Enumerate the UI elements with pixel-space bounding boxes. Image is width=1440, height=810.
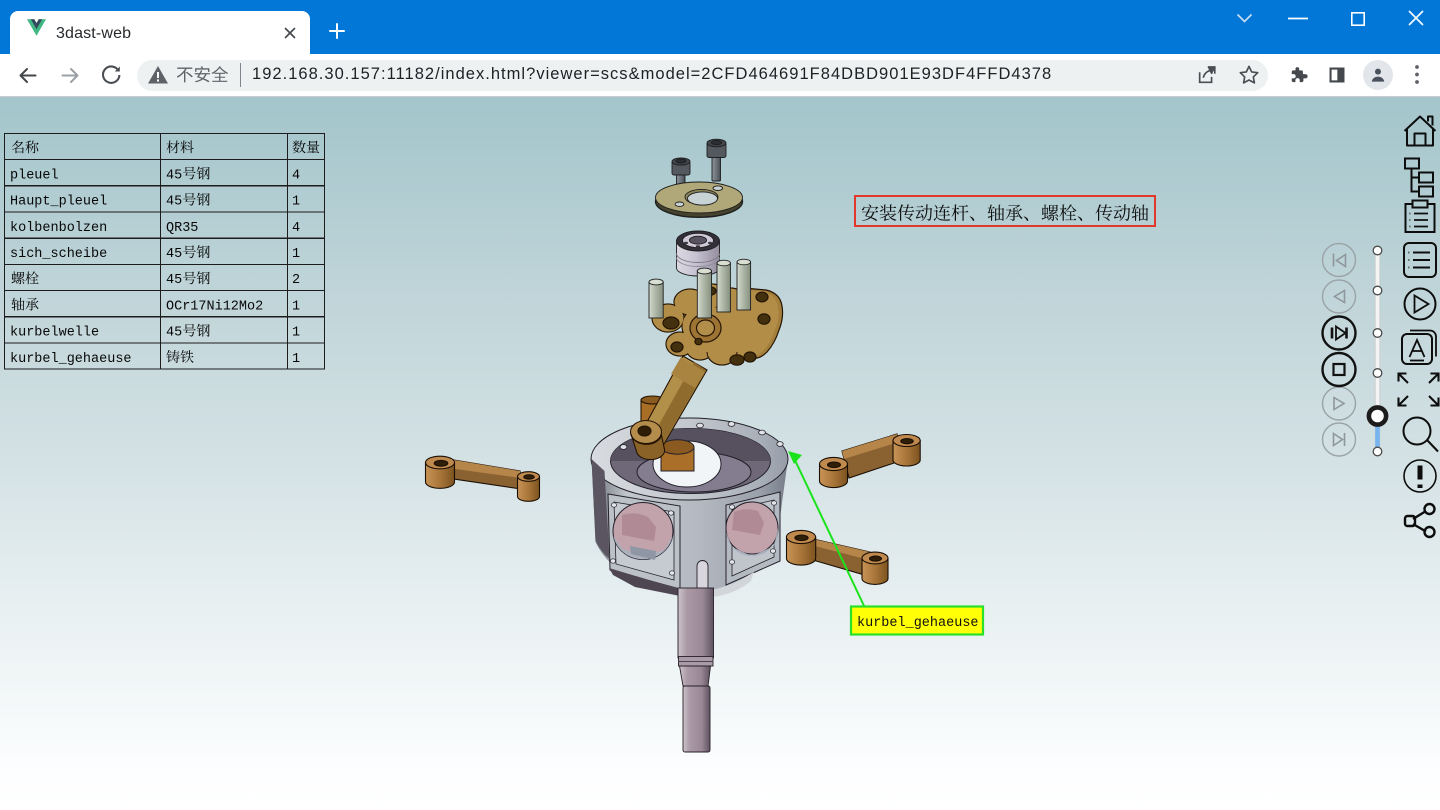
svg-text:45: 45: [166, 195, 182, 210]
svg-text:4: 4: [292, 221, 300, 236]
svg-text:45: 45: [166, 168, 182, 183]
svg-text:kurbel_gehaeuse: kurbel_gehaeuse: [857, 616, 979, 631]
svg-text:Haupt_pleuel: Haupt_pleuel: [10, 195, 107, 210]
svg-text:1: 1: [292, 247, 300, 262]
svg-text:45: 45: [166, 273, 182, 288]
svg-text:45: 45: [166, 326, 182, 341]
svg-text:OCr17Ni12Mo2: OCr17Ni12Mo2: [166, 299, 263, 314]
svg-text:1: 1: [292, 195, 300, 210]
svg-text:4: 4: [292, 168, 300, 183]
svg-text:QR35: QR35: [166, 221, 198, 236]
svg-text:kurbel_gehaeuse: kurbel_gehaeuse: [10, 352, 132, 367]
svg-text:pleuel: pleuel: [10, 168, 59, 183]
svg-text:kurbelwelle: kurbelwelle: [10, 326, 99, 341]
svg-text:sich_scheibe: sich_scheibe: [10, 247, 107, 262]
svg-text:1: 1: [292, 352, 300, 367]
svg-text:1: 1: [292, 299, 300, 314]
svg-text:2: 2: [292, 273, 300, 288]
svg-text:45: 45: [166, 247, 182, 262]
svg-text:kolbenbolzen: kolbenbolzen: [10, 221, 107, 236]
svg-text:1: 1: [292, 326, 300, 341]
